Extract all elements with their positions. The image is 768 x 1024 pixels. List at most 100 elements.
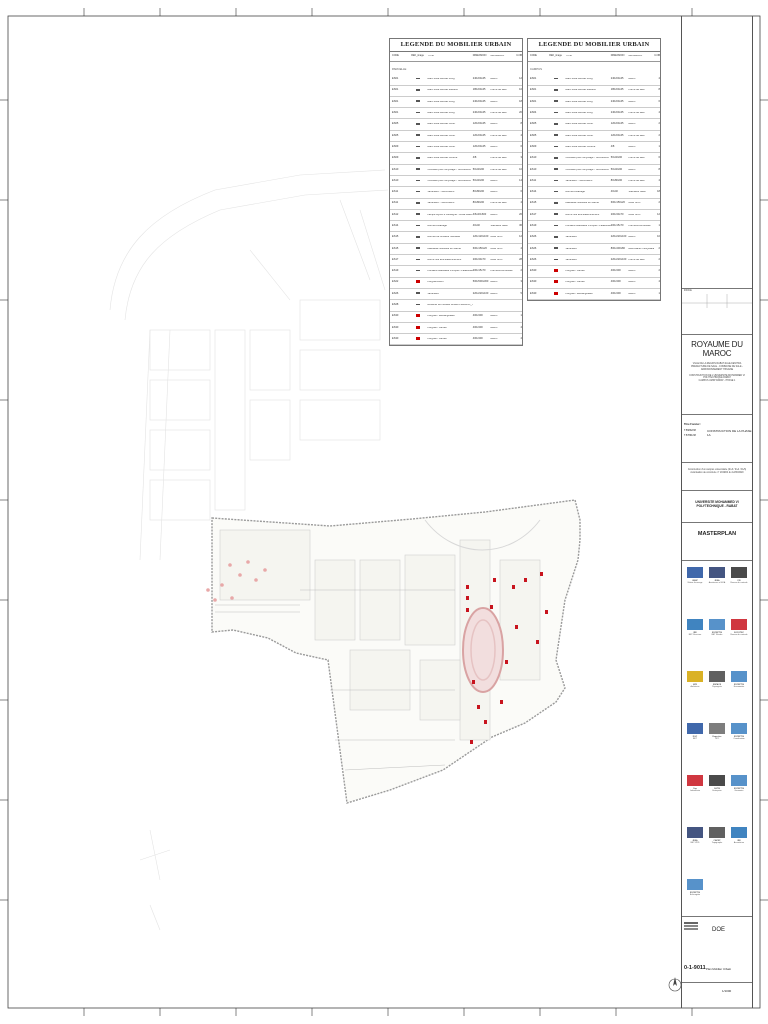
cell-materiaux: Pierre de taux [628, 89, 645, 92]
cell-ref [548, 190, 564, 194]
cell-qty: 2 [658, 122, 660, 126]
table-row: ES30 Pergola - Carree 400x300 Beton 2 [528, 266, 660, 278]
table-row: ES26 Jardiniere 220x220x100 Beton 5 [390, 289, 522, 301]
cell-dimension: 80x80x90 [610, 178, 623, 182]
table-row: ES26 Jardiniere 800x400x80 Beton/acier Inox… [528, 244, 660, 256]
cell-ref [548, 247, 564, 250]
cell-materiaux: Beton [490, 100, 498, 103]
partner-logo: CID Bureau de controle [729, 567, 749, 585]
table-row: ES15 Habitable Nouvelle en Bleme 600x150x2… [528, 199, 660, 210]
legend-symbol-icon [553, 213, 558, 215]
cell-ref [410, 168, 426, 171]
legend-symbol-icon [553, 168, 558, 170]
cell-qty: 12 [519, 235, 522, 239]
partner-role: Bureau de controle [730, 582, 748, 585]
cell-dimension: 400x300 [610, 269, 621, 273]
cell-materiaux: Stainless Steel [490, 225, 508, 227]
phase-ref: T.56832/38 [684, 429, 696, 432]
col-code: CODE [530, 53, 537, 57]
phase-title: CONSTRUCTION DE LA PHASE 1A [707, 429, 752, 437]
cell-materiaux: Pierre de taux [628, 179, 645, 182]
cell-dimension: 240x60x45 [610, 77, 624, 81]
table-row: ES01 Banc lisse Bouvet Long 240x60x45 Beton… [528, 74, 660, 86]
cell-ref [410, 89, 426, 92]
legend-symbol-icon [553, 291, 558, 295]
cell-ref [410, 314, 426, 319]
cell-qty: 20 [519, 111, 522, 115]
cell-dimension: 240x60x45 [472, 111, 486, 115]
cell-materiaux: Pierre de taux [490, 202, 507, 205]
cell-type: Corbeille pour recyclage - Surcouvent [565, 168, 609, 171]
cell-code: ES26 [530, 235, 537, 239]
cell-ref [548, 213, 564, 216]
partner-role: Acousticien [733, 842, 745, 845]
cell-materiaux: Pierre/verre/Suisse [628, 225, 651, 227]
cell-materiaux: Beton [628, 236, 636, 239]
cell-materiaux: Beton/acier Inoxydable [628, 247, 655, 250]
north-arrow-icon [668, 977, 682, 992]
cell-materiaux: Pierre de taux [628, 157, 645, 160]
partner-role: BET Structure [688, 634, 702, 637]
table-row: ES14 Bornes eclairage 40x40 Stainless Steel… [390, 221, 522, 233]
cell-materiaux: Beton [490, 281, 498, 284]
table-row: ES10 Corbeille pour recyclage - Surcouven… [528, 165, 660, 176]
cell-materiaux: Pierre/verre/Suisse [490, 270, 513, 273]
cell-ref [410, 236, 426, 239]
cell-type: Pergola Bovin [427, 281, 444, 284]
cell-code: ES14 [530, 190, 537, 194]
cell-dimension: 40x40 [610, 190, 618, 194]
cell-ref [548, 89, 564, 92]
cell-materiaux: Acier brun [490, 247, 503, 250]
cell-type: Banc lisse Bouvet Long [565, 78, 593, 81]
cell-code: ES01 [530, 88, 537, 92]
logo-icon [709, 567, 725, 578]
partner-logo: UM6P Maitre d'ouvrage [685, 567, 705, 585]
legend-title: LEGENDE DU MOBILIER URBAIN [390, 39, 522, 52]
cell-dimension: 200x15x70 [472, 269, 486, 273]
col-dimension: DIMENSION [472, 53, 487, 57]
legend-symbol-icon [553, 145, 558, 148]
cell-ref [548, 168, 564, 171]
cell-qty: 4 [520, 325, 522, 329]
cell-materiaux: Beton [628, 270, 636, 273]
cell-ref [548, 224, 564, 228]
legend-symbol-icon [553, 190, 558, 193]
cell-ref [410, 269, 426, 273]
cell-code: ES09 [392, 156, 399, 160]
legend-section: PARCELLE [392, 66, 407, 71]
cell-qty: 4 [658, 77, 660, 81]
cell-ref [548, 280, 564, 285]
legend-symbol-icon [553, 269, 558, 273]
cell-ref [410, 202, 426, 205]
logo-icon [731, 775, 747, 786]
legend-symbol-icon [415, 89, 420, 91]
cell-dimension: 50x40x90 [610, 156, 623, 160]
cell-code: ES30 [392, 314, 399, 318]
cell-code: ES17 [530, 212, 537, 216]
cell-dimension: 80x80x90 [472, 201, 485, 205]
legend-title: LEGENDE DU MOBILIER URBAIN [528, 39, 660, 52]
col-ref: REF_image [549, 53, 562, 57]
col-qty: U.NB [516, 53, 522, 57]
legend-table-parcelle: LEGENDE DU MOBILIER URBAIN CODE REF_imag… [389, 38, 523, 347]
table-row: ES01 Banc lisse Bouvet Long 240x60x45 Beton… [390, 97, 522, 109]
legend-symbol-icon [553, 111, 558, 114]
cell-type: Banc lisse Bouvet Long [427, 112, 455, 115]
cell-ref [410, 325, 426, 331]
cell-materiaux: Beton [628, 281, 636, 284]
cell-type: Lampe Hydro d'Jouvegne - Rose Blanc [427, 213, 473, 216]
legend-symbol-icon [415, 190, 420, 193]
cell-code: ES04 [530, 111, 537, 115]
logo-icon [687, 619, 703, 630]
scale-label: 1/1000 [722, 989, 732, 993]
cell-ref [410, 134, 426, 137]
project-identity: ROYAUME DU MAROC VILLE DE LA REGION RABA… [682, 334, 752, 413]
cell-code: ES01 [530, 77, 537, 81]
legend-symbol-icon [415, 303, 420, 306]
col-materiaux: MATERIAUX [490, 54, 505, 57]
cell-ref [410, 100, 426, 103]
cell-materiaux: Beton [490, 78, 498, 81]
table-row: ES30 Pergola - Carree 400x300 Beton 4 [390, 334, 522, 346]
legend-symbol-icon [415, 314, 420, 318]
sheet-title: Plan Mobilier Urbain [706, 967, 732, 971]
